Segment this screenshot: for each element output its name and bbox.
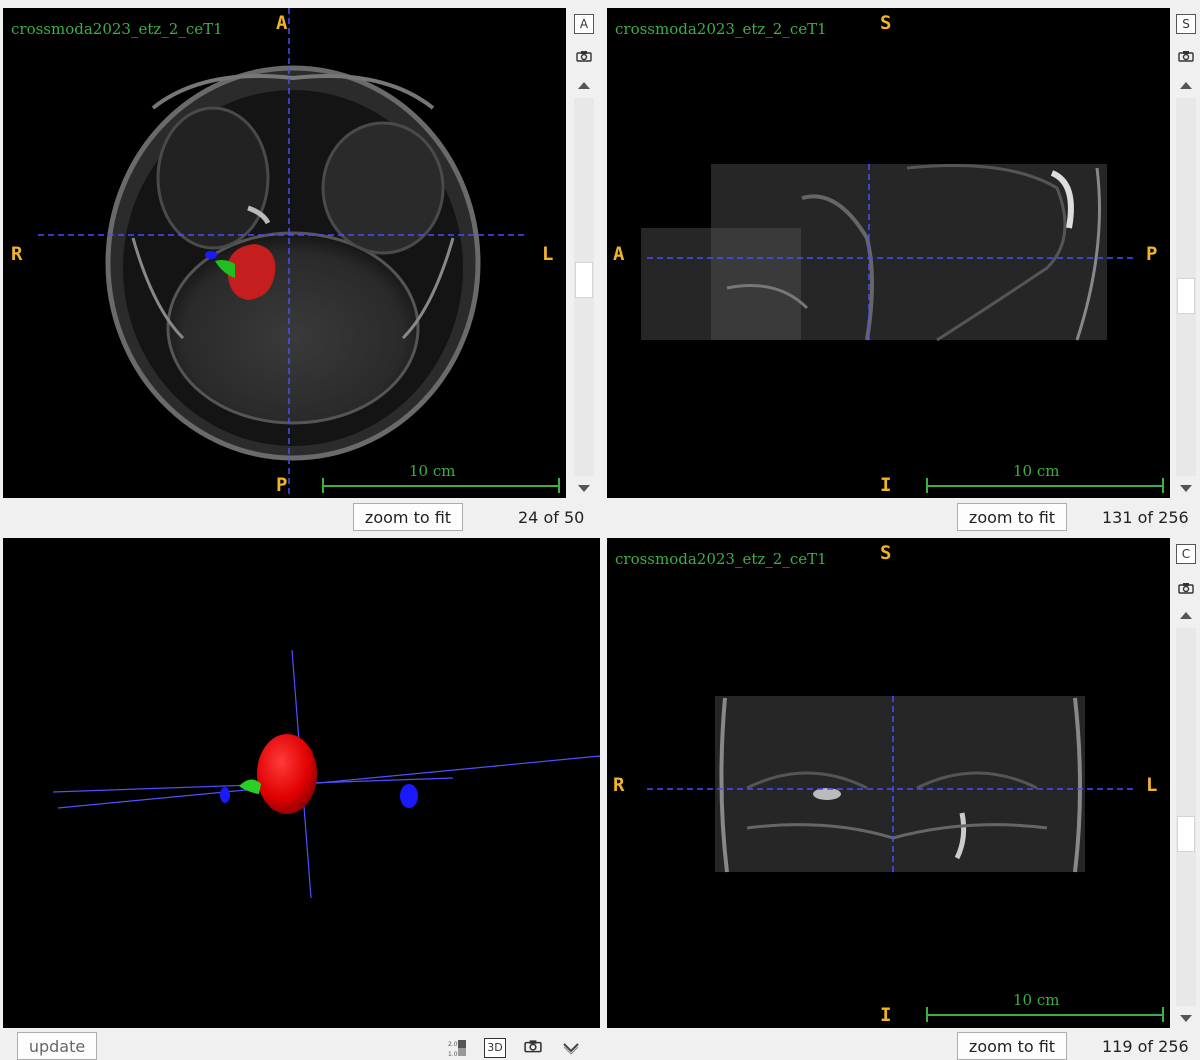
3d-icon[interactable]: 3D [484, 1038, 506, 1058]
axial-image [38, 8, 560, 498]
axial-view[interactable]: crossmoda2023_etz_2_ceT1 A P R L 10 cm [3, 8, 566, 498]
svg-text:2.0: 2.0 [448, 1041, 458, 1048]
image-title: crossmoda2023_etz_2_ceT1 [615, 20, 827, 38]
orientation-top: S [880, 542, 892, 564]
coronal-slice-scrollbar[interactable] [1176, 606, 1196, 1028]
axial-slice-scrollbar[interactable] [574, 76, 594, 498]
orientation-top: S [880, 12, 892, 34]
orientation-top: A [276, 12, 288, 34]
sagittal-view[interactable]: crossmoda2023_etz_2_ceT1 S I A P 10 cm [607, 8, 1170, 498]
scroll-thumb[interactable] [1177, 278, 1195, 314]
sagittal-slice-scrollbar[interactable] [1176, 76, 1196, 498]
sagittal-orientation-button[interactable]: S [1176, 14, 1196, 34]
orientation-right: P [1146, 243, 1158, 265]
chevron-down-icon[interactable] [562, 1042, 580, 1054]
orientation-left: A [613, 243, 625, 265]
camera-icon[interactable] [576, 50, 592, 62]
3d-render [52, 649, 600, 899]
scroll-down-arrow-icon[interactable] [578, 485, 590, 492]
sagittal-zoom-to-fit-button[interactable]: zoom to fit [957, 503, 1067, 531]
axial-zoom-to-fit-button[interactable]: zoom to fit [353, 503, 463, 531]
axial-sidebar: A [570, 8, 600, 498]
coronal-orientation-button[interactable]: C [1176, 544, 1196, 564]
orientation-bottom: I [880, 1004, 892, 1026]
camera-icon[interactable] [524, 1038, 542, 1054]
scale-bar-label: 10 cm [1013, 991, 1060, 1009]
scroll-thumb[interactable] [575, 262, 593, 298]
scroll-up-arrow-icon[interactable] [578, 82, 590, 89]
coronal-view[interactable]: crossmoda2023_etz_2_ceT1 S I R L 10 cm [607, 538, 1170, 1028]
sagittal-slice-count: 131 of 256 [1102, 508, 1189, 527]
scroll-down-arrow-icon[interactable] [1180, 1015, 1192, 1022]
orientation-bottom: I [880, 474, 892, 496]
image-title: crossmoda2023_etz_2_ceT1 [11, 20, 223, 38]
orientation-bottom: P [276, 474, 288, 496]
coronal-zoom-to-fit-button[interactable]: zoom to fit [957, 1032, 1067, 1060]
scale-bar-label: 10 cm [409, 462, 456, 480]
axial-slice-count: 24 of 50 [518, 508, 585, 527]
camera-icon[interactable] [1178, 50, 1194, 62]
sagittal-image [641, 164, 1164, 493]
scroll-up-arrow-icon[interactable] [1180, 612, 1192, 619]
update-button[interactable]: update [17, 1032, 97, 1060]
layout-icon[interactable]: 2.0 1.0 [448, 1038, 470, 1058]
orientation-right: L [542, 243, 554, 265]
coronal-image [647, 696, 1164, 1022]
camera-icon[interactable] [1178, 582, 1194, 594]
sagittal-sidebar: S [1172, 8, 1200, 498]
coronal-slice-count: 119 of 256 [1102, 1037, 1189, 1056]
orientation-left: R [613, 774, 625, 796]
orientation-right: L [1146, 774, 1158, 796]
scroll-up-arrow-icon[interactable] [1180, 82, 1192, 89]
3d-render-view[interactable] [3, 538, 600, 1028]
axial-orientation-button[interactable]: A [574, 14, 594, 34]
image-title: crossmoda2023_etz_2_ceT1 [615, 550, 827, 568]
scale-bar-label: 10 cm [1013, 462, 1060, 480]
scroll-thumb[interactable] [1177, 816, 1195, 852]
orientation-left: R [11, 243, 23, 265]
coronal-sidebar: C [1172, 538, 1200, 1028]
scroll-down-arrow-icon[interactable] [1180, 485, 1192, 492]
svg-text:1.0: 1.0 [448, 1051, 458, 1058]
